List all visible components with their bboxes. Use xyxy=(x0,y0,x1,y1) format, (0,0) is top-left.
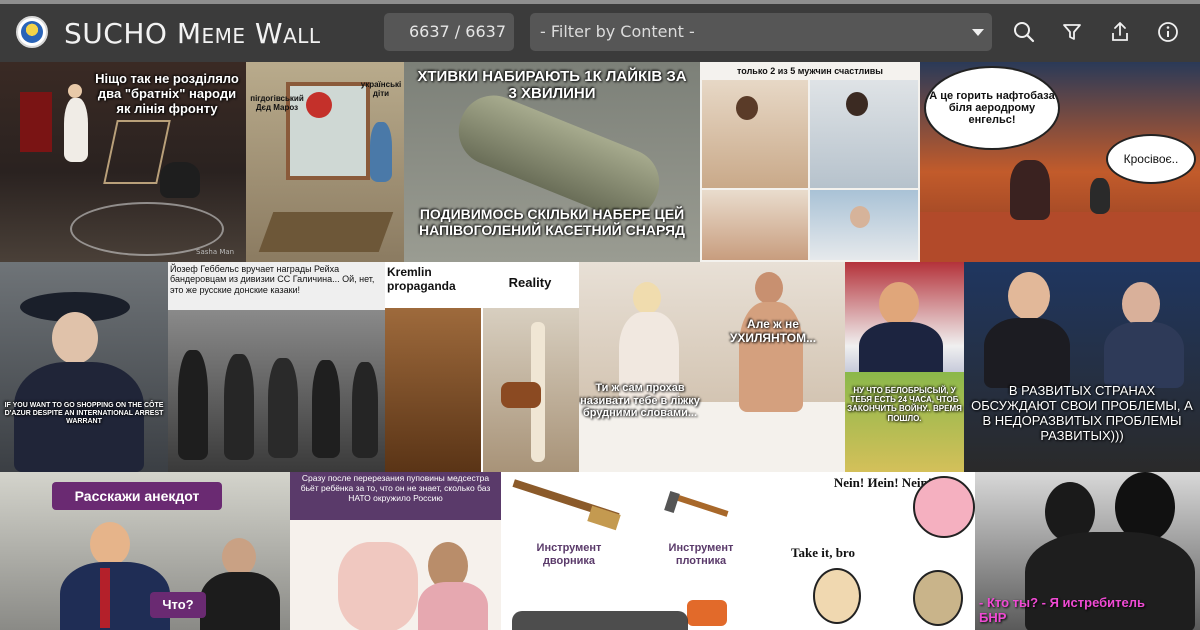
meme-label: Kremlin propaganda xyxy=(387,265,456,293)
meme-tile[interactable]: Инструмент дворника Инструмент плотника xyxy=(501,472,763,630)
item-counter: 6637 / 6637 xyxy=(384,13,514,51)
meme-image-element xyxy=(501,382,541,408)
meme-image-element xyxy=(352,362,378,458)
meme-image-element xyxy=(633,282,661,314)
meme-caption: українські діти xyxy=(360,80,402,99)
meme-image-element xyxy=(52,312,98,364)
filter-icon[interactable] xyxy=(1058,18,1086,46)
meme-tile[interactable]: пігдогівський Дєд Мароз українські діти xyxy=(246,62,404,262)
meme-image-element xyxy=(68,84,82,98)
logo-emblem xyxy=(21,21,43,43)
meme-caption: ХТИВКИ НАБИРАЮТЬ 1К ЛАЙКІВ ЗА 3 ХВИЛИНИ xyxy=(417,68,687,103)
meme-label: Reality xyxy=(508,275,552,290)
meme-image-element xyxy=(178,350,208,460)
meme-tile[interactable]: ХТИВКИ НАБИРАЮТЬ 1К ЛАЙКІВ ЗА 3 ХВИЛИНИ … xyxy=(404,62,700,262)
meme-image-element xyxy=(90,522,130,566)
meme-image-element xyxy=(100,568,110,628)
hammer-illustration xyxy=(671,493,729,517)
meme-caption: Але ж не УХИЛЯНТОМ... xyxy=(729,317,817,345)
meme-image-element xyxy=(1104,322,1184,388)
sucho-logo[interactable] xyxy=(16,16,48,48)
wojak-face-illustration xyxy=(913,476,975,538)
app-header: SUCHO Meme Wall 6637 / 6637 - Filter by … xyxy=(0,4,1200,62)
meme-photo xyxy=(702,80,808,188)
meme-caption: Ти ж сам прохав називати тебе в ліжку бр… xyxy=(580,382,700,420)
meme-caption: В РАЗВИТЫХ СТРАНАХ ОБСУЖДАЮТ СВОИ ПРОБЛЕ… xyxy=(971,383,1193,443)
meme-image-element xyxy=(306,92,332,118)
share-icon[interactable] xyxy=(1106,18,1134,46)
chad-face-illustration xyxy=(913,570,963,626)
meme-image-element xyxy=(1008,272,1050,320)
meme-image-element xyxy=(312,360,340,458)
search-icon[interactable] xyxy=(1010,18,1038,46)
filter-placeholder: - Filter by Content - xyxy=(540,22,695,41)
meme-tile[interactable]: А це горить нафтобаза біля аеродрому енг… xyxy=(920,62,1200,262)
meme-tile[interactable]: В РАЗВИТЫХ СТРАНАХ ОБСУЖДАЮТ СВОИ ПРОБЛЕ… xyxy=(964,262,1200,472)
chevron-down-icon xyxy=(972,29,984,36)
meme-tile[interactable]: Йозеф Геббельс вручает награды Рейха бан… xyxy=(168,262,385,472)
meme-tile[interactable]: Сразу после перерезания пуповины медсест… xyxy=(290,472,501,630)
info-icon[interactable] xyxy=(1154,18,1182,46)
meme-image-element xyxy=(20,92,52,152)
meme-caption: IF YOU WANT TO GO SHOPPING ON THE CÔTE D… xyxy=(4,402,164,426)
meme-tile[interactable]: НУ ЧТО БЕЛОБРЫСЫЙ, У ТЕБЯ ЕСТЬ 24 ЧАСА, … xyxy=(845,262,964,472)
meme-tile[interactable]: - Кто ты? - Я истребитель БНР xyxy=(975,472,1200,630)
meme-image-element xyxy=(846,92,868,116)
meme-image-element xyxy=(268,358,298,458)
meme-tile[interactable]: Kremlin propaganda Reality xyxy=(385,262,579,472)
speech-bubble: Что? xyxy=(150,592,206,618)
meme-caption: только 2 из 5 мужчин счастливы xyxy=(737,66,883,76)
meme-image-element xyxy=(736,96,758,120)
meme-image-element xyxy=(1090,178,1110,214)
speech-bubble: А це горить нафтобаза біля аеродрому енг… xyxy=(926,68,1058,148)
meme-caption: ПОДИВИМОСЬ СКІЛЬКИ НАБЕРЕ ЦЕЙ НАПІВОГОЛЕ… xyxy=(418,206,685,239)
speech-bubble: Кросівоє.. xyxy=(1108,136,1194,182)
meme-image-element xyxy=(1122,282,1160,326)
meme-image-element xyxy=(418,582,488,630)
meme-tile[interactable]: Ніщо так не розділяло два "братніх" наро… xyxy=(0,62,246,262)
meme-caption: Ніщо так не розділяло два "братніх" наро… xyxy=(95,71,239,116)
broom-illustration xyxy=(587,505,621,531)
meme-tile[interactable]: только 2 из 5 мужчин счастливы xyxy=(700,62,920,262)
meme-caption: Йозеф Геббельс вручает награды Рейха бан… xyxy=(170,264,375,295)
meme-image-element xyxy=(200,572,280,630)
meme-image-element xyxy=(64,98,88,162)
meme-image-element xyxy=(920,212,1200,262)
speech-bubble: Расскажи анекдот xyxy=(52,482,222,510)
hammer-illustration xyxy=(664,490,680,514)
meme-image-element xyxy=(258,212,394,252)
meme-label: Инструмент плотника xyxy=(668,542,734,567)
meme-image-element xyxy=(879,282,919,326)
app-title: SUCHO Meme Wall xyxy=(64,17,321,50)
meme-image-element xyxy=(850,206,870,228)
meme-image-element xyxy=(160,162,200,198)
meme-grid: Ніщо так не розділяло два "братніх" наро… xyxy=(0,62,1200,630)
meme-photo xyxy=(702,190,808,260)
meme-image-element xyxy=(755,272,783,304)
meme-tile[interactable]: Але ж не УХИЛЯНТОМ... Ти ж сам прохав на… xyxy=(579,262,845,472)
meme-label: Инструмент дворника xyxy=(536,542,602,567)
meme-caption: - Кто ты? - Я истребитель БНР xyxy=(979,595,1145,625)
meme-caption: Take it, bro xyxy=(791,545,855,560)
chainsaw-illustration xyxy=(687,600,727,626)
meme-caption: Сразу после перерезания пуповины медсест… xyxy=(290,472,501,520)
meme-image-element xyxy=(338,542,418,630)
meme-credit: Sasha Man xyxy=(196,248,235,256)
meme-image-element xyxy=(222,538,256,576)
meme-tile[interactable]: Расскажи анекдот Что? xyxy=(0,472,290,630)
bottom-toolbar xyxy=(512,611,688,630)
meme-image-element xyxy=(370,122,392,182)
content-filter-select[interactable]: - Filter by Content - xyxy=(530,13,992,51)
meme-photo xyxy=(385,308,481,472)
meme-caption: пігдогівський Дєд Мароз xyxy=(250,94,304,113)
chad-face-illustration xyxy=(813,568,861,624)
meme-image-element xyxy=(984,318,1070,388)
meme-tile[interactable]: IF YOU WANT TO GO SHOPPING ON THE CÔTE D… xyxy=(0,262,168,472)
meme-image-element xyxy=(1010,160,1050,220)
meme-image-element xyxy=(224,354,254,460)
meme-caption: НУ ЧТО БЕЛОБРЫСЫЙ, У ТЕБЯ ЕСТЬ 24 ЧАСА, … xyxy=(847,386,962,423)
meme-tile[interactable]: Nein! Иеin! Nein! Take it, bro xyxy=(763,472,975,630)
